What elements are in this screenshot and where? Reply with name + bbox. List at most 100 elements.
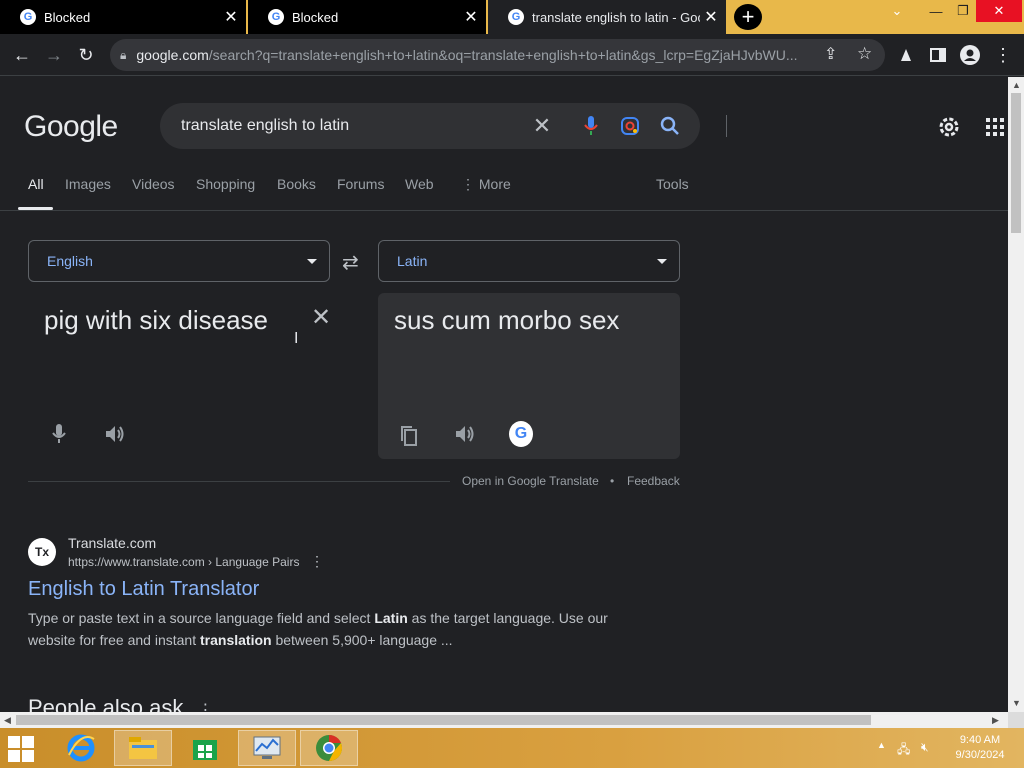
nav-divider	[0, 210, 1008, 211]
store-icon[interactable]	[176, 730, 234, 766]
copy-icon[interactable]	[397, 424, 421, 448]
google-logo[interactable]: Google	[24, 110, 118, 144]
tab-web[interactable]: Web	[405, 176, 434, 192]
tray-overflow-chevron-icon[interactable]: ▲	[877, 740, 886, 750]
google-favicon-icon: G	[508, 9, 524, 25]
open-in-google-translate-link[interactable]: Open in Google Translate	[462, 474, 599, 488]
reload-icon[interactable]: ↻	[73, 42, 99, 68]
result-title-link[interactable]: English to Latin Translator	[28, 578, 259, 601]
browser-tab-strip: G Blocked ✕ G Blocked ✕ G translate engl…	[0, 0, 1024, 34]
resource-monitor-icon[interactable]	[238, 730, 296, 766]
dropdown-caret-icon	[657, 259, 667, 264]
taskbar-clock[interactable]: 9:40 AM 9/30/2024	[948, 733, 1012, 763]
microphone-icon[interactable]	[47, 422, 71, 446]
result-site-name[interactable]: Translate.com	[68, 535, 156, 551]
restore-button[interactable]: ❐	[950, 0, 976, 22]
tab-images[interactable]: Images	[65, 176, 111, 192]
source-language-select[interactable]: English	[28, 240, 330, 282]
text-cursor-icon: I	[294, 330, 299, 347]
scroll-up-arrow-icon[interactable]: ▲	[1012, 80, 1021, 90]
clock-date: 9/30/2024	[955, 749, 1005, 761]
lock-icon: 🔒︎	[120, 47, 127, 62]
volume-muted-icon[interactable]: 🔇︎	[921, 740, 929, 755]
bookmark-star-icon[interactable]: ☆	[857, 44, 872, 64]
voice-search-icon[interactable]	[579, 114, 603, 138]
tab-more[interactable]: ⋮ More	[461, 176, 511, 193]
dropdown-caret-icon	[307, 259, 317, 264]
browser-toolbar: ← → ↻ 🔒︎ google.com/search?q=translate+e…	[0, 34, 1024, 76]
windows-taskbar	[0, 728, 1024, 768]
translation-output-text: sus cum morbo sex	[394, 305, 620, 335]
file-explorer-icon[interactable]	[114, 730, 172, 766]
tab-videos[interactable]: Videos	[132, 176, 175, 192]
tools-button[interactable]: Tools	[656, 176, 689, 192]
translate-com-favicon-icon: Tx	[28, 538, 56, 566]
listen-translation-speaker-icon[interactable]	[453, 422, 477, 446]
result-more-options-icon[interactable]: ⋮	[310, 553, 324, 570]
chrome-icon[interactable]	[300, 730, 358, 766]
scroll-left-arrow-icon[interactable]: ◀	[4, 715, 11, 726]
vertical-scrollbar[interactable]: ▲ ▼	[1008, 77, 1024, 712]
source-text-input[interactable]: pig with six disease	[44, 305, 268, 336]
extensions-icon[interactable]	[893, 42, 919, 68]
browser-menu-icon[interactable]: ⋮	[990, 42, 1016, 68]
tab-title: Blocked	[44, 9, 91, 25]
search-magnifier-icon[interactable]	[658, 114, 682, 138]
tab-books[interactable]: Books	[277, 176, 316, 192]
apps-grid-icon[interactable]	[986, 118, 1004, 136]
widget-divider	[28, 481, 450, 482]
back-arrow-icon[interactable]: ←	[9, 42, 35, 68]
tab-search-chevron-icon[interactable]: ⌄	[886, 0, 908, 22]
horizontal-scroll-thumb[interactable]	[16, 715, 871, 725]
windows-start-icon[interactable]	[8, 736, 36, 762]
address-url: google.com/search?q=translate+english+to…	[136, 47, 798, 63]
result-url[interactable]: https://www.translate.com › Language Pai…	[68, 555, 299, 569]
vertical-scroll-thumb[interactable]	[1011, 93, 1021, 233]
side-panel-icon[interactable]	[925, 42, 951, 68]
clear-search-icon[interactable]: ✕	[530, 113, 554, 138]
swap-languages-icon[interactable]: ⇄	[342, 250, 359, 275]
scroll-down-arrow-icon[interactable]: ▼	[1012, 698, 1021, 708]
more-dots-icon: ⋮	[461, 176, 479, 192]
new-tab-button[interactable]: +	[734, 4, 762, 30]
tab-forums[interactable]: Forums	[337, 176, 384, 192]
horizontal-scrollbar[interactable]: ◀ ▶	[0, 712, 1008, 728]
clear-source-icon[interactable]: ✕	[311, 303, 331, 332]
minimize-button[interactable]: —	[922, 0, 950, 22]
tab-title: Blocked	[292, 9, 339, 25]
tab-title: translate english to latin - Goog	[532, 9, 700, 25]
google-favicon-icon: G	[268, 9, 284, 25]
clock-time: 9:40 AM	[959, 734, 1001, 746]
settings-gear-icon[interactable]	[937, 115, 961, 139]
source-language-label: English	[47, 253, 93, 269]
search-input[interactable]: translate english to latin	[181, 117, 349, 135]
network-icon[interactable]: 🖧︎	[897, 740, 910, 761]
profile-avatar-icon[interactable]	[957, 42, 983, 68]
tab-close-icon[interactable]: ✕	[460, 7, 482, 27]
tab-all[interactable]: All	[28, 176, 44, 192]
target-language-select[interactable]: Latin	[378, 240, 680, 282]
scrollbar-corner	[1008, 712, 1024, 728]
lens-search-icon[interactable]	[618, 114, 642, 138]
feedback-link[interactable]: Feedback	[627, 474, 680, 488]
translation-output-box: sus cum morbo sex G	[378, 293, 680, 459]
search-box[interactable]: translate english to latin ✕	[160, 103, 727, 149]
listen-source-speaker-icon[interactable]	[103, 422, 127, 446]
tab-blocked-1[interactable]: G Blocked ✕	[0, 0, 246, 34]
google-favicon-icon: G	[20, 9, 36, 25]
tab-close-icon[interactable]: ✕	[220, 7, 242, 27]
result-snippet: Type or paste text in a source language …	[28, 610, 608, 648]
target-language-label: Latin	[397, 253, 428, 269]
tab-close-icon[interactable]: ✕	[700, 7, 722, 27]
tab-translate-active[interactable]: G translate english to latin - Goog ✕	[488, 0, 726, 34]
google-logo-icon[interactable]: G	[509, 421, 533, 447]
scroll-right-arrow-icon[interactable]: ▶	[992, 715, 999, 726]
close-window-button[interactable]: ✕	[976, 0, 1022, 22]
internet-explorer-icon[interactable]	[52, 730, 110, 766]
forward-arrow-icon[interactable]: →	[41, 42, 67, 68]
tab-shopping[interactable]: Shopping	[196, 176, 255, 192]
share-icon[interactable]: ⇪	[824, 44, 837, 64]
address-bar[interactable]: 🔒︎ google.com/search?q=translate+english…	[110, 39, 885, 71]
tab-blocked-2[interactable]: G Blocked ✕	[248, 0, 486, 34]
screen: G Blocked ✕ G Blocked ✕ G translate engl…	[0, 0, 1024, 768]
